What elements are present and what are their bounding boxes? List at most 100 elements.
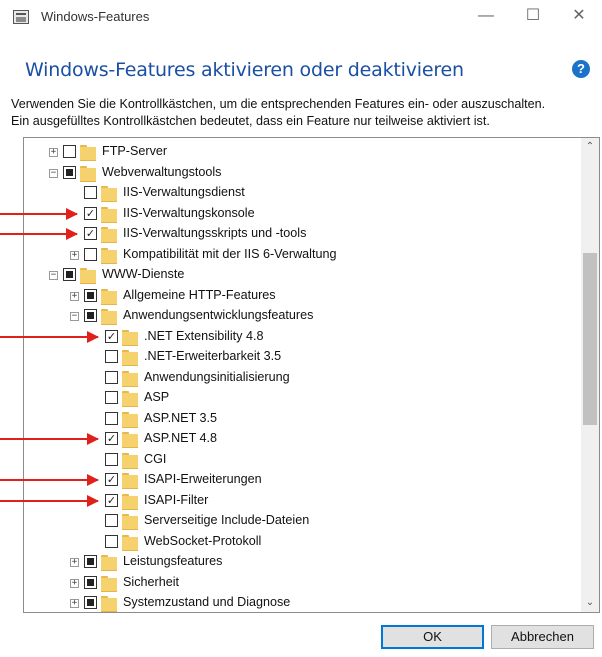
feature-checkbox[interactable] — [84, 309, 97, 322]
feature-checkbox[interactable] — [63, 145, 76, 158]
cancel-button[interactable]: Abbrechen — [491, 625, 594, 649]
red-arrow-icon — [0, 494, 99, 507]
tree-item-label: Anwendungsentwicklungsfeatures — [123, 308, 314, 322]
title-bar: Windows-Features — ☐ ✕ — [0, 0, 602, 34]
expand-icon[interactable]: + — [70, 558, 79, 567]
minimize-button[interactable]: — — [463, 0, 509, 34]
tree-item[interactable]: ✓ ASP.NET 4.8 — [24, 429, 580, 450]
tree-item[interactable]: ✓ ISAPI-Filter — [24, 491, 580, 512]
close-button[interactable]: ✕ — [556, 0, 602, 34]
expand-icon[interactable]: + — [70, 578, 79, 588]
feature-checkbox[interactable] — [105, 534, 118, 548]
collapse-icon[interactable]: − — [49, 271, 58, 280]
folder-icon — [122, 432, 138, 448]
tree-item[interactable]: − Anwendungsentwicklungsfeatures — [24, 306, 580, 327]
tree-item[interactable]: − WWW-Dienste — [24, 265, 580, 286]
folder-icon — [122, 493, 138, 510]
description-line-2: Ein ausgefülltes Kontrollkästchen bedeut… — [11, 114, 490, 128]
folder-icon — [122, 452, 138, 469]
windows-features-app-icon — [13, 10, 29, 24]
feature-checkbox[interactable] — [105, 370, 118, 384]
tree-item-label: ASP.NET 4.8 — [144, 431, 218, 445]
folder-icon — [101, 247, 117, 264]
folder-icon — [122, 534, 138, 551]
vertical-scrollbar[interactable]: ⌃ ⌄ — [581, 138, 599, 612]
tree-item-label: Kompatibilität mit der IIS 6-Verwaltung — [123, 246, 337, 261]
feature-checkbox[interactable] — [84, 186, 97, 199]
tree-item[interactable]: ✓ ISAPI-Erweiterungen — [24, 470, 580, 491]
feature-checkbox[interactable] — [84, 288, 97, 302]
tree-item[interactable]: + Sicherheit — [24, 573, 580, 594]
tree-item[interactable]: CGI — [24, 450, 580, 471]
collapse-icon[interactable]: − — [49, 168, 58, 178]
folder-icon — [122, 350, 138, 366]
tree-item[interactable]: ASP — [24, 388, 580, 409]
red-arrow-icon — [0, 228, 78, 240]
tree-item-label: Allgemeine HTTP-Features — [123, 287, 276, 302]
feature-checkbox[interactable]: ✓ — [105, 473, 118, 486]
feature-checkbox[interactable] — [105, 411, 118, 425]
help-icon[interactable]: ? — [572, 60, 590, 78]
folder-icon — [122, 514, 138, 530]
feature-checkbox[interactable] — [63, 165, 76, 179]
tree-item-label: ASP.NET 3.5 — [144, 410, 218, 425]
tree-item[interactable]: .NET-Erweiterbarkeit 3.5 — [24, 347, 580, 368]
tree-item[interactable]: + Systemzustand und Diagnose — [24, 593, 580, 612]
tree-item-label: Webverwaltungstools — [102, 164, 222, 179]
feature-checkbox[interactable]: ✓ — [105, 432, 118, 445]
tree-item[interactable]: ✓ .NET Extensibility 4.8 — [24, 327, 580, 348]
ok-button[interactable]: OK — [381, 625, 484, 649]
feature-checkbox[interactable] — [105, 514, 118, 527]
tree-item[interactable]: + Allgemeine HTTP-Features — [24, 286, 580, 307]
scroll-down-icon[interactable]: ⌄ — [581, 594, 599, 612]
folder-icon — [101, 555, 117, 571]
tree-item[interactable]: ASP.NET 3.5 — [24, 409, 580, 430]
tree-item[interactable]: − Webverwaltungstools — [24, 163, 580, 184]
collapse-icon[interactable]: − — [70, 312, 79, 321]
folder-icon — [80, 145, 96, 161]
expand-icon[interactable]: + — [49, 148, 58, 157]
feature-checkbox[interactable]: ✓ — [84, 227, 97, 240]
feature-checkbox[interactable]: ✓ — [105, 493, 118, 507]
feature-checkbox[interactable]: ✓ — [84, 206, 97, 220]
feature-checkbox[interactable] — [84, 555, 97, 568]
tree-item[interactable]: WebSocket-Protokoll — [24, 532, 580, 553]
feature-checkbox[interactable] — [105, 391, 118, 404]
description: Verwenden Sie die Kontrollkästchen, um d… — [11, 96, 596, 130]
maximize-button[interactable]: ☐ — [510, 0, 556, 34]
description-line-1: Verwenden Sie die Kontrollkästchen, um d… — [11, 97, 546, 111]
folder-icon — [101, 288, 117, 305]
tree-item-label: Leistungsfeatures — [123, 554, 223, 568]
tree-item-label: .NET-Erweiterbarkeit 3.5 — [144, 349, 282, 363]
tree-item[interactable]: + FTP-Server — [24, 142, 580, 163]
folder-icon — [122, 411, 138, 428]
tree-item[interactable]: + Leistungsfeatures — [24, 552, 580, 573]
feature-checkbox[interactable] — [63, 268, 76, 281]
folder-icon — [101, 186, 117, 202]
feature-checkbox[interactable]: ✓ — [105, 329, 118, 343]
tree-item[interactable]: Serverseitige Include-Dateien — [24, 511, 580, 532]
feature-checkbox[interactable] — [84, 596, 97, 609]
folder-icon — [101, 227, 117, 243]
tree-item[interactable]: IIS-Verwaltungsdienst — [24, 183, 580, 204]
scroll-thumb[interactable] — [583, 253, 597, 425]
feature-tree[interactable]: ⌃ ⌄ + FTP-Server − Webverwaltungstools IIS-V… — [23, 137, 600, 613]
tree-item-label: ISAPI-Filter — [144, 492, 209, 507]
folder-icon — [101, 596, 117, 612]
tree-item[interactable]: + Kompatibilität mit der IIS 6-Verwaltung — [24, 245, 580, 266]
scroll-up-icon[interactable]: ⌃ — [581, 138, 599, 156]
folder-icon — [122, 391, 138, 407]
tree-item[interactable]: ✓ IIS-Verwaltungsskripts und -tools — [24, 224, 580, 245]
tree-item-label: IIS-Verwaltungsskripts und -tools — [123, 226, 307, 240]
feature-checkbox[interactable] — [84, 575, 97, 589]
feature-checkbox[interactable] — [84, 247, 97, 261]
folder-icon — [101, 309, 117, 325]
tree-item[interactable]: ✓ IIS-Verwaltungskonsole — [24, 204, 580, 225]
expand-icon[interactable]: + — [70, 291, 79, 301]
tree-item[interactable]: Anwendungsinitialisierung — [24, 368, 580, 389]
expand-icon[interactable]: + — [70, 250, 79, 260]
feature-checkbox[interactable] — [105, 452, 118, 466]
tree-item-label: ASP — [144, 390, 170, 404]
feature-checkbox[interactable] — [105, 350, 118, 363]
expand-icon[interactable]: + — [70, 599, 79, 608]
